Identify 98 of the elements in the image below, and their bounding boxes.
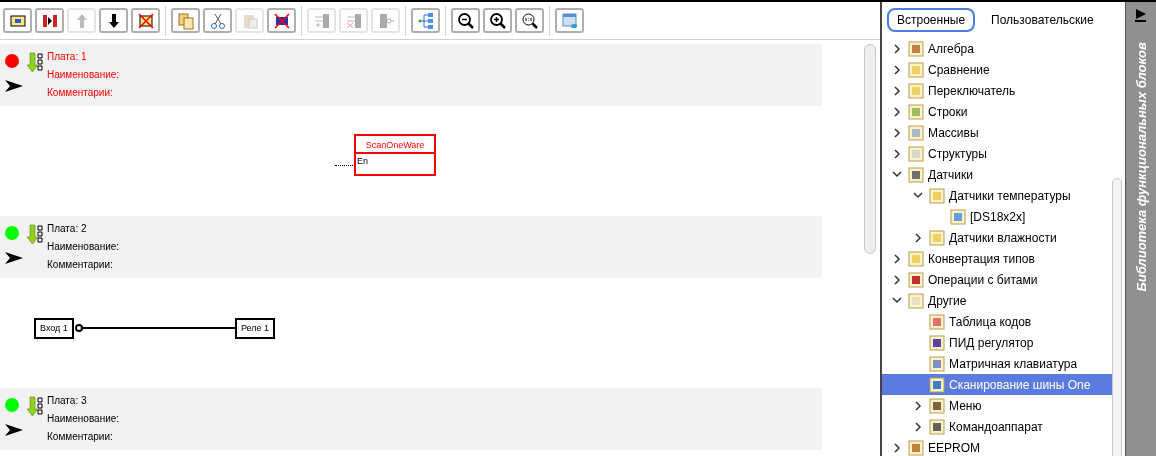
library-tab[interactable]: Пользовательские — [981, 8, 1104, 32]
tree-icon — [416, 11, 435, 30]
block-title: ScanOneWare — [356, 136, 434, 154]
tree-item[interactable]: Командоаппарат — [882, 416, 1112, 437]
category-icon — [929, 313, 945, 330]
copy-icon — [176, 11, 195, 30]
category-icon — [908, 145, 924, 162]
category-icon — [908, 271, 924, 288]
board-name-label: Наименование: — [47, 412, 120, 426]
toolbar-button[interactable] — [267, 8, 296, 33]
chevron-right-icon — [893, 43, 901, 54]
category-icon — [908, 61, 924, 78]
pointer-arrow-icon — [5, 424, 23, 436]
toolbar-button[interactable] — [451, 8, 480, 33]
board-comment-label: Комментарии: — [47, 86, 114, 100]
pointer-arrow-icon — [5, 252, 23, 264]
chevron-right-icon — [893, 106, 901, 117]
category-icon — [929, 418, 945, 435]
tree-item[interactable]: Меню — [882, 395, 1112, 416]
board-number: Плата: 2 — [47, 222, 88, 236]
chevron-right-icon — [893, 127, 901, 138]
category-icon — [908, 103, 924, 120]
function-block[interactable]: ScanOneWare En — [354, 134, 436, 176]
category-icon — [908, 439, 924, 456]
chevron-right-icon — [914, 400, 922, 411]
download-binary-icon — [27, 52, 43, 74]
toolbar-button[interactable] — [483, 8, 512, 33]
chevron-right-icon — [893, 442, 901, 453]
chevron-right-icon — [893, 253, 901, 264]
delete-icon — [272, 11, 291, 30]
tree-item[interactable]: Датчики температуры — [882, 185, 1112, 206]
chevron-right-icon — [893, 148, 901, 159]
tree-item[interactable]: Матричная клавиатура — [882, 353, 1112, 374]
board-name-label: Наименование: — [47, 240, 120, 254]
block-input-label: En — [356, 155, 369, 168]
board-number: Плата: 1 — [47, 50, 88, 64]
tree-item[interactable]: Датчики влажности — [882, 227, 1112, 248]
tree-item[interactable]: Операции с битами — [882, 269, 1112, 290]
tree-item[interactable]: Датчики — [882, 164, 1112, 185]
chevron-right-icon — [893, 274, 901, 285]
chevron-down-icon — [892, 171, 902, 178]
library-tab[interactable]: Встроенные — [887, 8, 976, 32]
zoom-in-icon — [488, 11, 507, 30]
chevron-right-icon — [893, 85, 901, 96]
chip-delete-icon — [136, 11, 155, 30]
tree-item[interactable]: Переключатель — [882, 80, 1112, 101]
view-icon — [560, 11, 579, 30]
toolbar-button[interactable] — [515, 8, 544, 33]
category-icon — [929, 229, 945, 246]
tree-scrollbar[interactable] — [1112, 178, 1122, 456]
zoom-out-icon — [456, 11, 475, 30]
side-panel-title: Библиотека функциональных блоков — [1133, 42, 1151, 292]
add-input-icon — [312, 11, 331, 30]
collapse-arrow-icon[interactable] — [1135, 8, 1147, 22]
category-icon — [908, 82, 924, 99]
tree-item[interactable]: [DS18x2x] — [882, 206, 1112, 227]
board-comment-label: Комментарии: — [47, 258, 114, 272]
chevron-right-icon — [914, 232, 922, 243]
input-block[interactable]: Вход 1 — [34, 318, 74, 339]
category-icon — [929, 334, 945, 351]
category-icon — [929, 355, 945, 372]
relay-block[interactable]: Реле 1 — [235, 318, 276, 339]
category-icon — [929, 376, 945, 393]
zoom-reset-icon — [520, 11, 539, 30]
tree-item[interactable]: EEPROM — [882, 437, 1112, 456]
category-icon — [908, 166, 924, 183]
board-name-label: Наименование: — [47, 68, 120, 82]
category-icon — [908, 250, 924, 267]
board-comment-label: Комментарии: — [47, 430, 114, 444]
chevron-right-icon — [893, 64, 901, 75]
category-icon — [929, 187, 945, 204]
toolbar-button[interactable] — [99, 8, 128, 33]
tree-item[interactable]: Сравнение — [882, 59, 1112, 80]
cut-icon — [208, 11, 227, 30]
chevron-down-icon — [892, 297, 902, 304]
download-binary-icon — [27, 396, 43, 418]
category-icon — [950, 208, 966, 225]
tree-item[interactable]: Сканирование шины One — [882, 374, 1112, 395]
tree-item[interactable]: Массивы — [882, 122, 1112, 143]
tree-item[interactable]: Другие — [882, 290, 1112, 311]
download-binary-icon — [27, 224, 43, 246]
remove-input-icon — [344, 11, 363, 30]
tree-item[interactable]: Строки — [882, 101, 1112, 122]
tree-item[interactable]: Алгебра — [882, 38, 1112, 59]
scrollbar[interactable] — [864, 44, 876, 254]
category-icon — [908, 40, 924, 57]
category-icon — [929, 397, 945, 414]
category-icon — [908, 124, 924, 141]
chevron-right-icon — [914, 421, 922, 432]
tree-item[interactable]: Структуры — [882, 143, 1112, 164]
category-icon — [908, 292, 924, 309]
board-number: Плата: 3 — [47, 394, 88, 408]
tree-item[interactable]: ПИД регулятор — [882, 332, 1112, 353]
toolbar-button[interactable] — [3, 8, 32, 33]
tree-item[interactable]: Таблица кодов — [882, 311, 1112, 332]
pointer-arrow-icon — [5, 80, 23, 92]
tree-item[interactable]: Конвертация типов — [882, 248, 1112, 269]
chevron-down-icon — [913, 192, 923, 199]
